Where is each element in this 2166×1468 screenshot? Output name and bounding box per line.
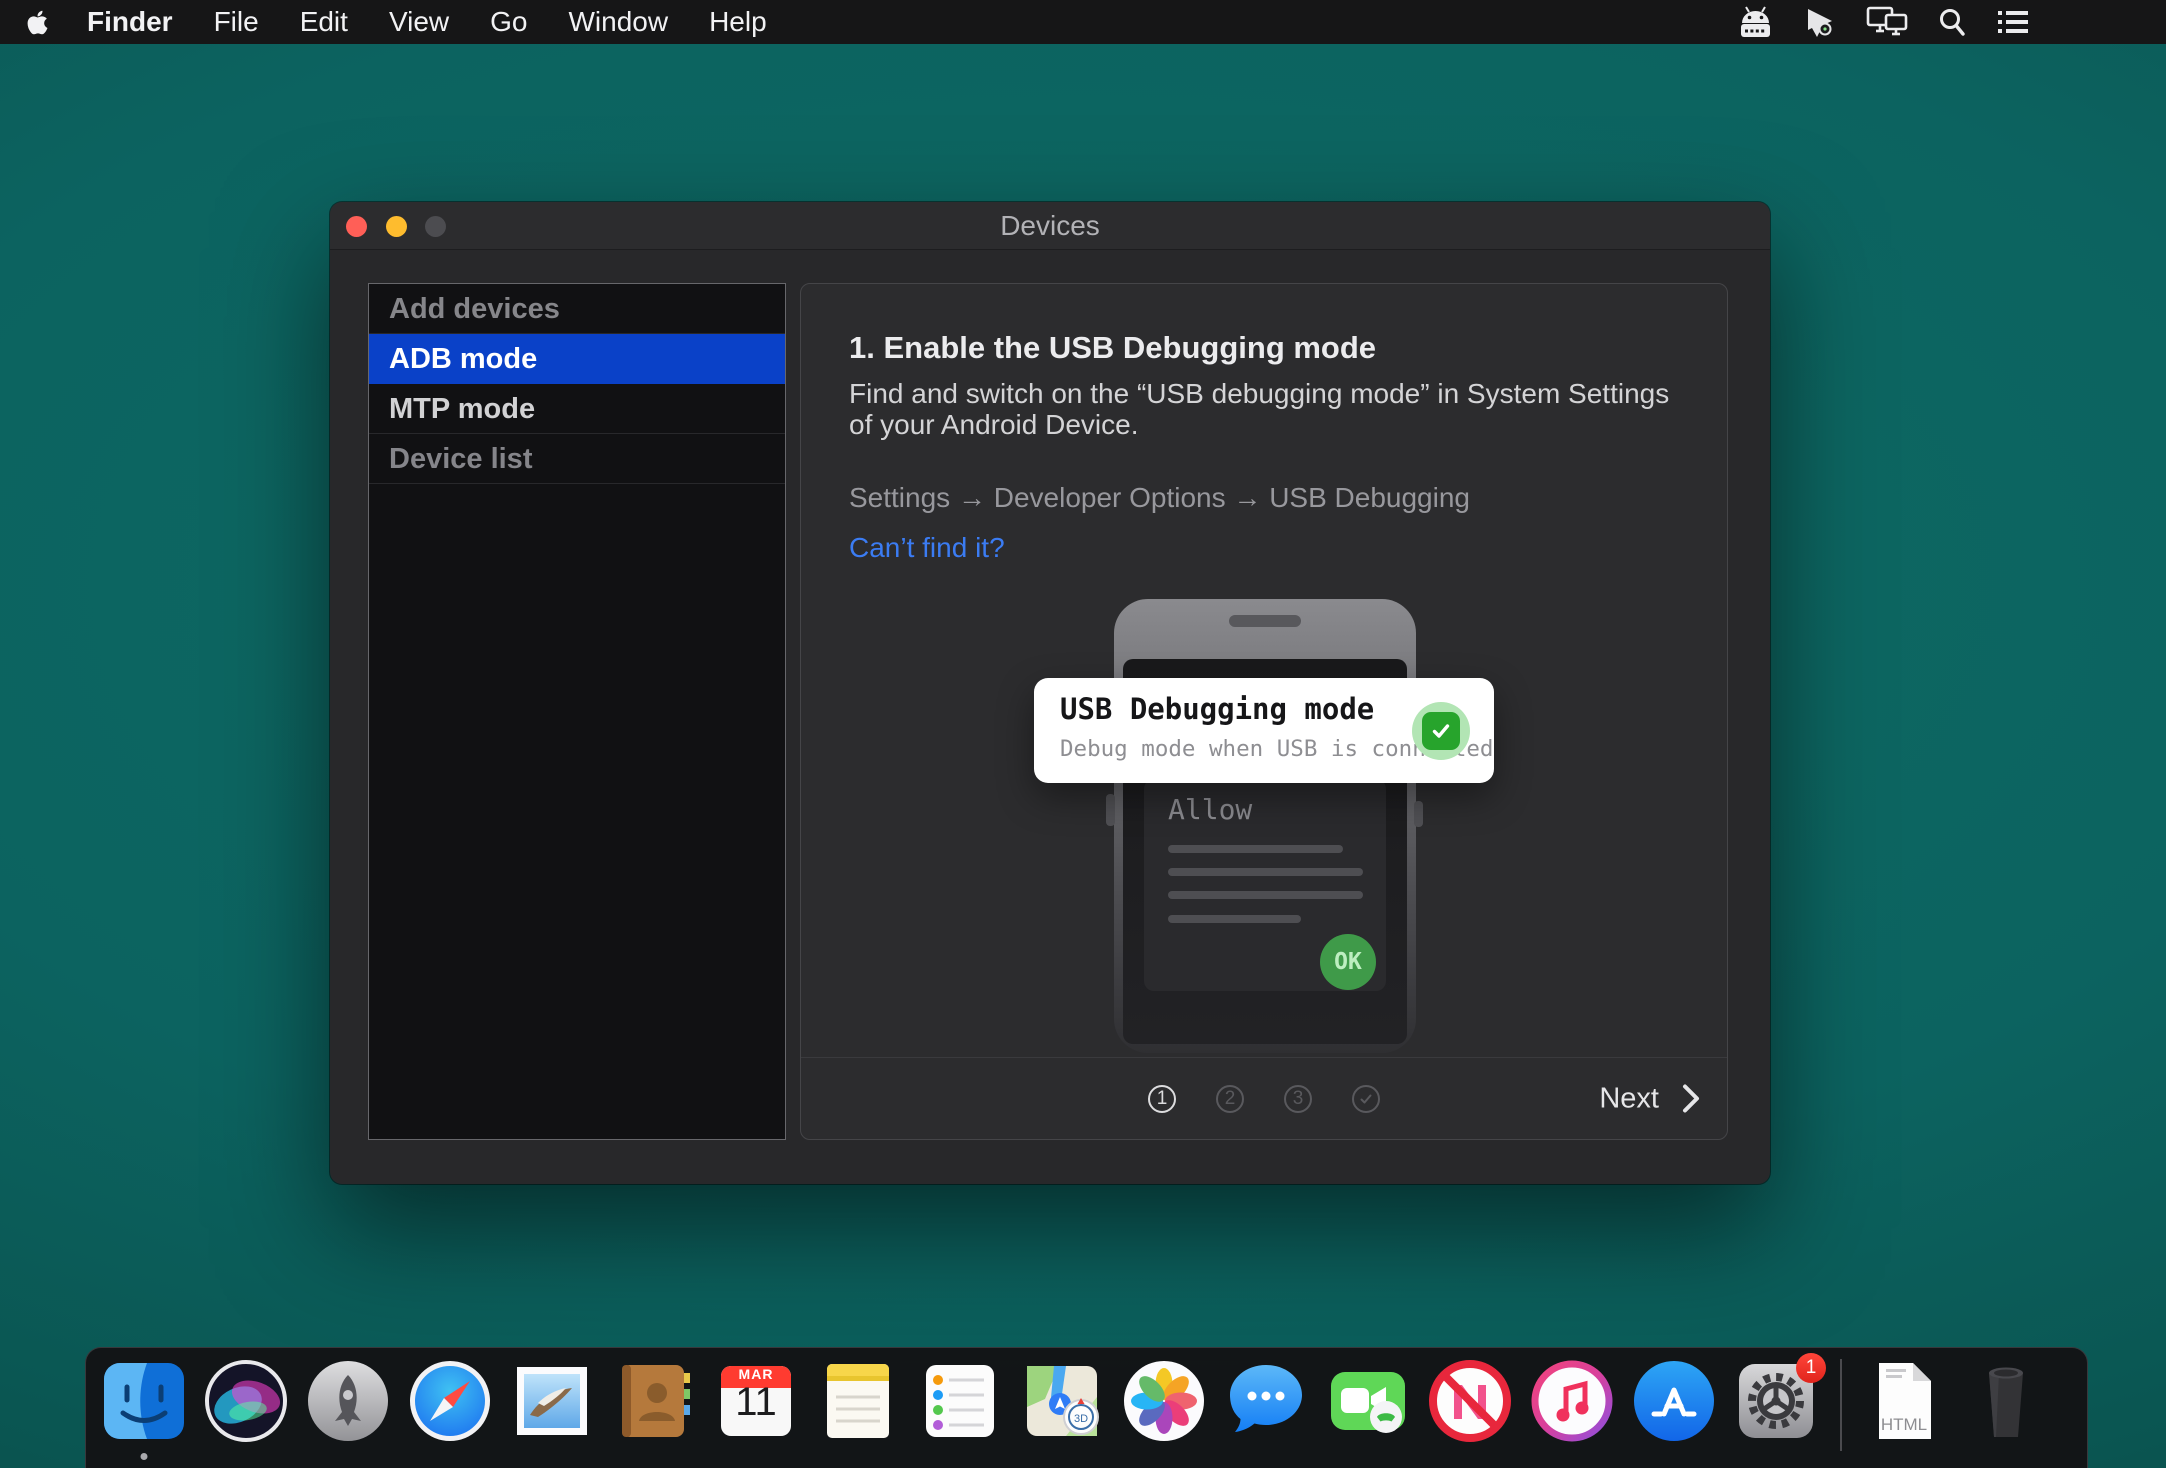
menu-bar-status-icons [1737, 0, 2030, 44]
menu-window[interactable]: Window [568, 6, 668, 38]
step-indicator-3: 3 [1284, 1085, 1312, 1113]
menu-go[interactable]: Go [490, 6, 527, 38]
sidebar: Add devices ADB mode MTP mode Device lis… [368, 283, 786, 1140]
window-title: Devices [330, 202, 1770, 250]
dock-news[interactable] [1428, 1359, 1512, 1443]
step-indicator-2: 2 [1216, 1085, 1244, 1113]
usb-debugging-toggle-card: USB Debugging mode Debug mode when USB i… [1034, 678, 1494, 783]
content-panel: 1. Enable the USB Debugging mode Find an… [800, 283, 1728, 1140]
devices-window: Devices Add devices ADB mode MTP mode De… [330, 202, 1770, 1184]
menu-finder[interactable]: Finder [87, 6, 173, 38]
step-description: Find and switch on the “USB debugging mo… [849, 378, 1679, 440]
title-bar[interactable]: Devices [330, 202, 1770, 250]
dock-photos[interactable] [1122, 1359, 1206, 1443]
dock-app-store[interactable] [1632, 1359, 1716, 1443]
sidebar-item-adb-mode[interactable]: ADB mode [369, 334, 785, 384]
next-button[interactable]: Next [1599, 1082, 1701, 1115]
sidebar-item-mtp-mode[interactable]: MTP mode [369, 384, 785, 434]
skeleton-line [1168, 845, 1343, 853]
html-file-label: HTML [1862, 1415, 1946, 1435]
screen-mirror-play-icon[interactable] [1804, 5, 1836, 39]
menu-edit[interactable]: Edit [300, 6, 348, 38]
phone-allow-dialog: Allow OK [1144, 779, 1386, 991]
skeleton-line [1168, 891, 1363, 899]
settings-path: Settings → Developer Options → USB Debug… [849, 482, 1470, 514]
phone-side-button-right [1414, 801, 1423, 827]
next-label: Next [1599, 1082, 1659, 1115]
dock-notes[interactable] [816, 1359, 900, 1443]
dock-system-preferences[interactable]: 1 [1734, 1359, 1818, 1443]
step-title: 1. Enable the USB Debugging mode [849, 330, 1376, 366]
cant-find-it-link[interactable]: Can’t find it? [849, 532, 1005, 564]
menu-file[interactable]: File [214, 6, 259, 38]
search-icon[interactable] [1938, 7, 1966, 37]
dock-calendar[interactable]: MAR 11 [714, 1359, 798, 1443]
menu-help[interactable]: Help [709, 6, 767, 38]
dialog-title: Allow [1168, 793, 1252, 826]
dock-separator [1840, 1359, 1842, 1451]
dock-launchpad[interactable] [306, 1359, 390, 1443]
dock: MAR 11 [85, 1347, 2088, 1468]
dock-trash[interactable] [1964, 1359, 2048, 1443]
finder-running-indicator [141, 1453, 148, 1460]
phone-speaker [1229, 615, 1301, 627]
desktop: Finder File Edit View Go Window Help [0, 0, 2166, 1468]
phone-illustration: Allow OK [1114, 599, 1416, 1053]
toggle-title: USB Debugging mode [1060, 692, 1374, 726]
svg-text:3D: 3D [1074, 1413, 1088, 1425]
dialog-ok-button: OK [1320, 934, 1376, 990]
sidebar-item-device-list[interactable]: Device list [369, 434, 785, 484]
notification-badge: 1 [1796, 1353, 1826, 1383]
dock-reminders[interactable] [918, 1359, 1002, 1443]
toggle-check-circle [1412, 702, 1470, 760]
step-indicators: 1 2 3 [1148, 1085, 1380, 1113]
dock-maps[interactable]: 3D [1020, 1359, 1104, 1443]
dock-finder[interactable] [102, 1359, 186, 1443]
dock-siri[interactable] [204, 1359, 288, 1443]
chevron-right-icon [1681, 1084, 1701, 1114]
skeleton-line [1168, 915, 1301, 923]
dock-messages[interactable] [1224, 1359, 1308, 1443]
step-indicator-1: 1 [1148, 1085, 1176, 1113]
dock-contacts[interactable] [612, 1359, 696, 1443]
calendar-day: 11 [714, 1380, 798, 1425]
session-list-icon[interactable] [1996, 8, 2030, 36]
sidebar-header-add-devices: Add devices [369, 284, 785, 334]
dock-mail[interactable] [510, 1359, 594, 1443]
checkbox-checked-icon [1422, 712, 1460, 750]
android-device-icon[interactable] [1737, 5, 1774, 39]
menu-bar: Finder File Edit View Go Window Help [0, 0, 2166, 44]
dock-itunes[interactable] [1530, 1359, 1614, 1443]
step-indicator-done-icon [1352, 1085, 1380, 1113]
phone-side-button-left [1106, 794, 1115, 826]
wizard-footer: 1 2 3 Next [801, 1058, 1727, 1139]
dock-html-file[interactable]: HTML [1862, 1359, 1946, 1443]
apple-menu-icon[interactable] [26, 9, 49, 36]
dock-safari[interactable] [408, 1359, 492, 1443]
skeleton-line [1168, 868, 1363, 876]
connected-displays-icon[interactable] [1866, 5, 1908, 39]
menu-view[interactable]: View [389, 6, 449, 38]
dock-facetime[interactable] [1326, 1359, 1410, 1443]
